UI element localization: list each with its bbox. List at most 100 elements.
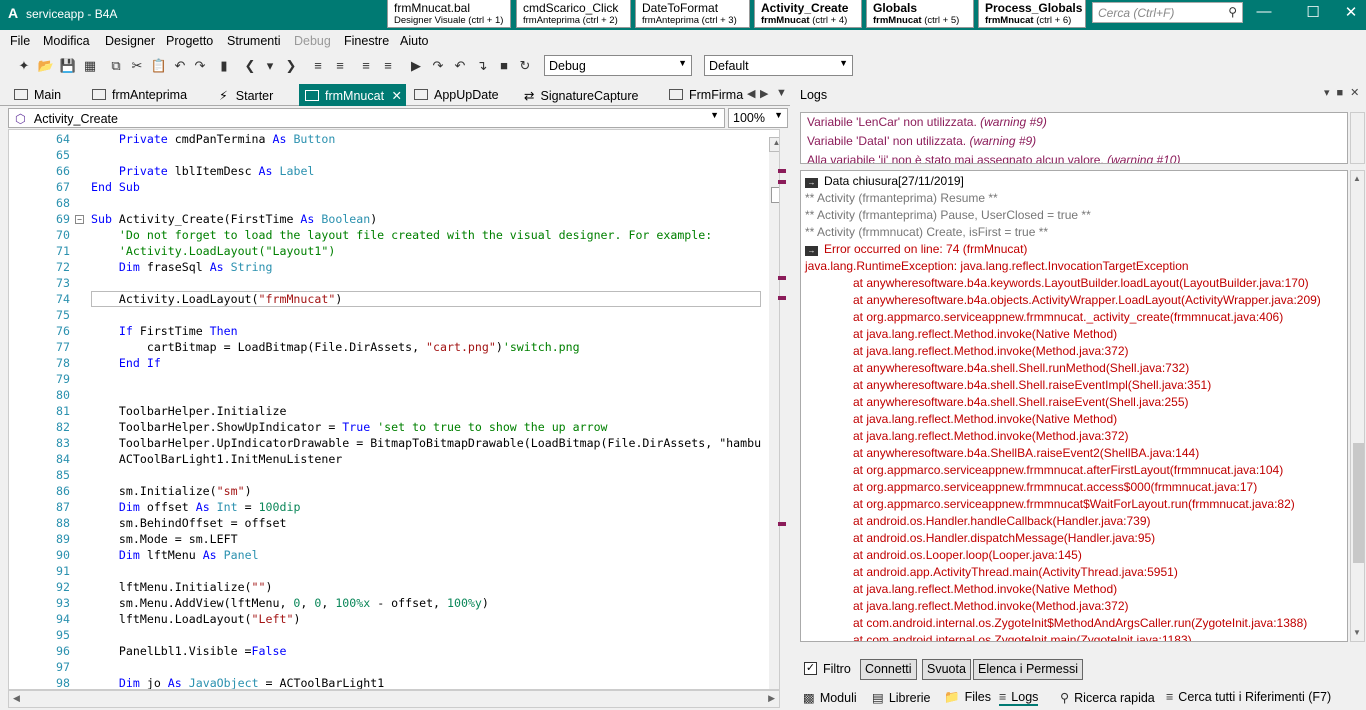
code-line[interactable]: 96 PanelLbl1.Visible =False (9, 643, 761, 659)
search-input[interactable]: Cerca (Ctrl+F) ⚲ (1092, 2, 1243, 23)
code-line[interactable]: 77 cartBitmap = LoadBitmap(File.DirAsset… (9, 339, 761, 355)
code-line[interactable]: 87 Dim offset As Int = 100dip (9, 499, 761, 515)
code-text[interactable]: Activity.LoadLayout("frmMnucat") (91, 291, 342, 307)
log-scrollbar[interactable]: ▲ ▼ (1350, 170, 1365, 642)
scroll-up-icon[interactable]: ▲ (769, 137, 779, 152)
tab-files[interactable]: 📁 Files (944, 690, 991, 705)
log-entry[interactable]: at com.android.internal.os.ZygoteInit.ma… (801, 632, 1347, 641)
scroll-thumb[interactable] (771, 187, 779, 203)
code-line[interactable]: 84 ACToolBarLight1.InitMenuListener (9, 451, 761, 467)
tab-frmfirma[interactable]: FrmFirma (669, 84, 743, 106)
code-line[interactable]: 74 Activity.LoadLayout("frmMnucat") (9, 291, 761, 307)
warnings-scrollbar[interactable] (1350, 112, 1365, 164)
code-line[interactable]: 75 (9, 307, 761, 323)
scroll-down-icon[interactable]: ▼ (1353, 628, 1361, 637)
copy-icon[interactable]: ⧉ (106, 56, 126, 76)
close-button[interactable]: ✕ (1331, 3, 1366, 21)
log-entry[interactable]: at anywheresoftware.b4a.ShellBA.raiseEve… (801, 445, 1347, 462)
quick-tab-4[interactable]: Activity_Create frmMnucat (ctrl + 4) (754, 0, 862, 28)
tab-list-icon[interactable]: ▼ (776, 87, 787, 99)
warning-item[interactable]: Alla variabile 'ii' non è stato mai asse… (801, 151, 1347, 163)
tab-scroll-right-icon[interactable]: ▶ (760, 87, 768, 100)
log-entry[interactable]: at java.lang.reflect.Method.invoke(Nativ… (801, 581, 1347, 598)
log-entry[interactable]: at org.appmarco.serviceappnew.frmmnucat.… (801, 462, 1347, 479)
code-line[interactable]: 88 sm.BehindOffset = offset (9, 515, 761, 531)
log-entry[interactable]: → Data chiusura[27/11/2019] (801, 173, 1347, 190)
code-text[interactable]: Private cmdPanTermina As Button (91, 131, 335, 147)
code-line[interactable]: 66 Private lblItemDesc As Label (9, 163, 761, 179)
code-text[interactable]: ToolbarHelper.Initialize (91, 403, 287, 419)
zoom-select[interactable]: 100% ▼ (728, 108, 788, 128)
paste-icon[interactable]: 📋 (149, 56, 169, 76)
log-entry[interactable]: at java.lang.reflect.Method.invoke(Metho… (801, 343, 1347, 360)
quick-tab-1[interactable]: frmMnucat.bal Designer Visuale (ctrl + 1… (387, 0, 511, 28)
clear-button[interactable]: Svuota (922, 659, 971, 680)
log-entry[interactable]: at org.appmarco.serviceappnew.frmmnucat$… (801, 496, 1347, 513)
close-icon[interactable]: ✕ (392, 89, 402, 103)
code-line[interactable]: 67 End Sub (9, 179, 761, 195)
log-entry[interactable]: at anywheresoftware.b4a.shell.Shell.rais… (801, 394, 1347, 411)
tab-frmmnucat[interactable]: frmMnucat ✕ (299, 84, 406, 106)
code-line[interactable]: 70 'Do not forget to load the layout fil… (9, 227, 761, 243)
code-line[interactable]: 71 'Activity.LoadLayout("Layout1") (9, 243, 761, 259)
code-line[interactable]: 73 (9, 275, 761, 291)
code-text[interactable]: Dim lftMenu As Panel (91, 547, 259, 563)
code-line[interactable]: 64 Private cmdPanTermina As Button (9, 131, 761, 147)
panel-splitter[interactable] (790, 84, 794, 710)
log-entry[interactable]: at anywheresoftware.b4a.objects.Activity… (801, 292, 1347, 309)
quick-tab-2[interactable]: cmdScarico_Click frmAnteprima (ctrl + 2) (516, 0, 631, 28)
menu-strumenti[interactable]: Strumenti (227, 34, 281, 48)
code-text[interactable]: 'Do not forget to load the layout file c… (91, 227, 712, 243)
menu-finestre[interactable]: Finestre (344, 34, 389, 48)
code-line[interactable]: 92 lftMenu.Initialize("") (9, 579, 761, 595)
log-entry[interactable]: → Error occurred on line: 74 (frmMnucat) (801, 241, 1347, 258)
editor-vertical-scrollbar[interactable]: ▲ (769, 137, 779, 689)
tab-starter[interactable]: ⚡ Starter (219, 84, 273, 106)
list-permissions-button[interactable]: Elenca i Permessi (973, 659, 1084, 680)
step-over-icon[interactable]: ↶ (450, 56, 470, 76)
indent-icon[interactable]: ≡ (308, 56, 328, 76)
code-text[interactable]: ToolbarHelper.UpIndicatorDrawable = Bitm… (91, 435, 761, 451)
code-text[interactable]: sm.Mode = sm.LEFT (91, 531, 238, 547)
log-entry[interactable]: java.lang.RuntimeException: java.lang.re… (801, 258, 1347, 275)
tab-frmanteprima[interactable]: frmAnteprima (92, 84, 187, 106)
error-marker[interactable] (778, 169, 786, 173)
log-entry[interactable]: ** Activity (frmanteprima) Pause, UserCl… (801, 207, 1347, 224)
tab-moduli[interactable]: ▩ Moduli (803, 690, 857, 705)
restart-icon[interactable]: ↻ (515, 56, 535, 76)
sub-selector[interactable]: ⬡ Activity_Create ▼ (8, 108, 725, 128)
error-marker[interactable] (778, 180, 786, 184)
code-line[interactable]: 82 ToolbarHelper.ShowUpIndicator = True … (9, 419, 761, 435)
tab-main[interactable]: Main (14, 84, 61, 106)
error-marker[interactable] (778, 276, 786, 280)
tab-logs[interactable]: ≡ Logs (999, 690, 1039, 706)
log-entry[interactable]: at java.lang.reflect.Method.invoke(Nativ… (801, 326, 1347, 343)
code-text[interactable]: ACToolBarLight1.InitMenuListener (91, 451, 342, 467)
menu-designer[interactable]: Designer (105, 34, 155, 48)
build-config-select[interactable]: Default ▼ (704, 55, 853, 76)
scroll-left-icon[interactable]: ◀ (13, 693, 20, 704)
code-text[interactable]: Private lblItemDesc As Label (91, 163, 314, 179)
tab-signaturecapture[interactable]: ⇄ SignatureCapture (524, 84, 638, 106)
log-entry[interactable]: at android.os.Handler.dispatchMessage(Ha… (801, 530, 1347, 547)
log-entry[interactable]: at anywheresoftware.b4a.shell.Shell.runM… (801, 360, 1347, 377)
log-entry[interactable]: at android.os.Handler.handleCallback(Han… (801, 513, 1347, 530)
build-mode-select[interactable]: Debug ▼ (544, 55, 692, 76)
code-area[interactable]: 64 Private cmdPanTermina As Button 65 66 P… (9, 131, 761, 689)
scroll-up-icon[interactable]: ▲ (1353, 174, 1361, 183)
code-line[interactable]: 91 (9, 563, 761, 579)
outdent-icon[interactable]: ≡ (330, 56, 350, 76)
log-entry[interactable]: at org.appmarco.serviceappnew.frmmnucat.… (801, 479, 1347, 496)
maximize-button[interactable]: ☐ (1293, 3, 1333, 21)
code-line[interactable]: 86 sm.Initialize("sm") (9, 483, 761, 499)
code-line[interactable]: 80 (9, 387, 761, 403)
code-line[interactable]: 78 End If (9, 355, 761, 371)
code-text[interactable]: sm.BehindOffset = offset (91, 515, 287, 531)
code-text[interactable]: cartBitmap = LoadBitmap(File.DirAssets, … (91, 339, 580, 355)
connect-button[interactable]: Connetti (860, 659, 917, 680)
cut-icon[interactable]: ✂ (127, 56, 147, 76)
code-line[interactable]: 89 sm.Mode = sm.LEFT (9, 531, 761, 547)
error-marker[interactable] (778, 296, 786, 300)
code-line[interactable]: 79 (9, 371, 761, 387)
code-text[interactable]: Dim offset As Int = 100dip (91, 499, 301, 515)
